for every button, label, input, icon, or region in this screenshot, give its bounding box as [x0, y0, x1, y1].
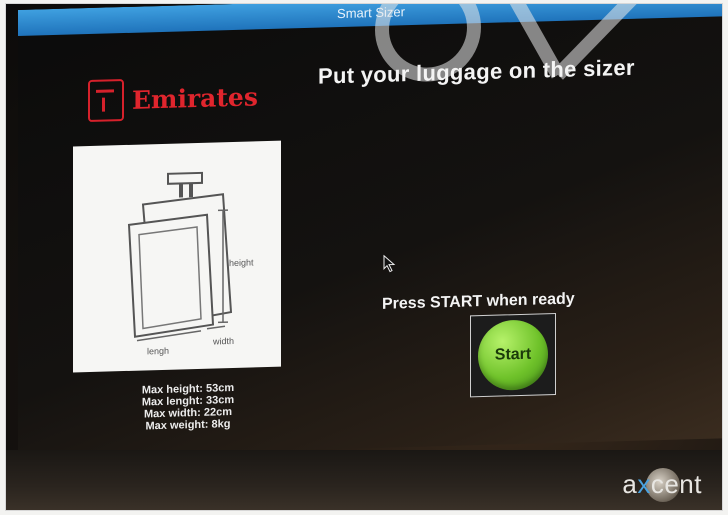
start-prompt: Press START when ready	[382, 290, 575, 313]
width-label: width	[212, 336, 234, 347]
logo-text: Emirates	[132, 81, 258, 115]
instruction-headline: Put your luggage on the sizer	[318, 54, 635, 89]
spec-max-weight: Max weight: 8kg	[145, 418, 231, 433]
size-specs: Max height: 53cm Max lenght: 33cm Max wi…	[118, 381, 258, 433]
brand-prefix: a	[622, 469, 638, 499]
start-button-frame[interactable]: Start	[470, 312, 556, 398]
start-button[interactable]: Start	[478, 319, 548, 392]
emirates-emblem-icon	[88, 79, 124, 123]
brand-x: x	[637, 469, 651, 499]
brand-suffix: cent	[650, 469, 702, 499]
photo-frame: Smart Sizer Emirates Put your luggage on…	[6, 4, 722, 510]
emirates-logo: Emirates	[88, 75, 258, 123]
height-label: height	[229, 257, 254, 268]
window-title: Smart Sizer	[337, 4, 405, 22]
screen-bezel: axcent	[6, 450, 722, 510]
kiosk-screen: Smart Sizer Emirates Put your luggage on…	[18, 4, 722, 459]
axcent-brand: axcent	[622, 469, 702, 500]
length-label: lengh	[147, 346, 169, 357]
mouse-pointer-icon	[383, 254, 396, 273]
window-titlebar: Smart Sizer	[18, 4, 722, 37]
luggage-diagram: height lengh width	[73, 140, 281, 373]
